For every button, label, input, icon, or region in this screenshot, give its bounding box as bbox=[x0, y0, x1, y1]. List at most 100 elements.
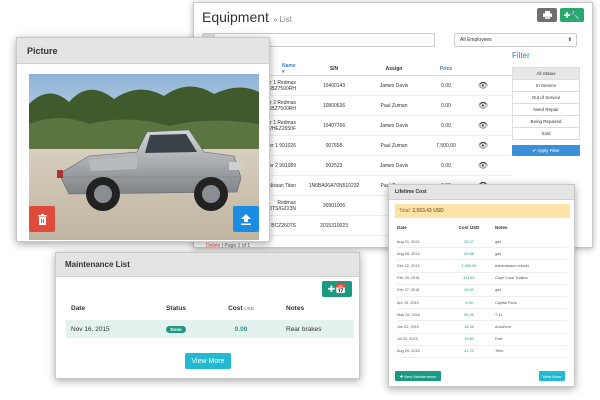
item-notes: gas bbox=[495, 239, 502, 244]
item-date: Dec 22, 2014 bbox=[397, 263, 420, 268]
filter-item[interactable]: Sold bbox=[512, 127, 580, 140]
plus-calendar-icon: ✚📅 bbox=[327, 283, 347, 294]
print-button[interactable] bbox=[537, 8, 557, 22]
item-date: Aug 28, 2014 bbox=[397, 251, 420, 256]
add-equipment-button[interactable]: ✚🔧 bbox=[560, 8, 584, 22]
list-item: Jun 22, 2015 18.38 AutoZone bbox=[397, 321, 567, 334]
row-sn: 007658 bbox=[325, 142, 343, 149]
maintenance-view-more-button[interactable]: View More bbox=[185, 353, 231, 369]
equipment-title: Equipment » List bbox=[202, 9, 292, 25]
select-caret-icon: ⬍ bbox=[567, 37, 572, 43]
row-assign: Paul Zuman bbox=[380, 142, 408, 149]
list-item: Aug 29, 2015 41.70 Tires bbox=[397, 346, 567, 358]
pager: Delete | Page 1 of 1 bbox=[206, 243, 251, 249]
row-date: Nov 16, 2015 bbox=[71, 325, 110, 333]
view-eye-icon[interactable]: 👁 bbox=[468, 101, 498, 110]
filter-panel: Filter All Status In Service Out of Servic… bbox=[512, 51, 580, 156]
lifetime-total: Total: 2,553.43 USD bbox=[395, 204, 570, 218]
item-notes: transmission rebuild bbox=[495, 263, 529, 268]
view-eye-icon[interactable]: 👁 bbox=[468, 81, 498, 90]
view-eye-icon[interactable]: 👁 bbox=[468, 161, 498, 170]
item-cost: 9.99 bbox=[465, 300, 473, 305]
row-price: 0.00 bbox=[441, 162, 451, 169]
list-item: Apr 10, 2015 9.99 Capital Parts bbox=[397, 297, 567, 310]
item-date: Jun 22, 2015 bbox=[397, 324, 419, 329]
item-cost: 18.38 bbox=[464, 324, 474, 329]
picture-card: Picture bbox=[16, 37, 270, 242]
item-cost: 20.00 bbox=[464, 288, 474, 293]
list-item: May 28, 2015 89.36 7-11 bbox=[397, 309, 567, 322]
item-date: Jul 20, 2015 bbox=[397, 337, 418, 342]
lifetime-view-more-button[interactable]: View More bbox=[539, 371, 565, 381]
pager-text: Page 1 of 1 bbox=[224, 243, 251, 249]
item-cost: 411.63 bbox=[463, 276, 475, 281]
list-item: Feb 25, 2015 411.63 Cape Coral Trailers bbox=[397, 273, 567, 285]
col-cost-unit: USD bbox=[244, 306, 254, 311]
item-cost: 69.68 bbox=[464, 251, 474, 256]
item-notes: gas bbox=[495, 251, 502, 256]
row-assign: Paul Zuman bbox=[380, 102, 408, 109]
total-value: 2,553.43 USD bbox=[412, 208, 444, 214]
apply-filter-button[interactable]: ✔ Apply Filter bbox=[512, 145, 580, 156]
total-label: Total: bbox=[399, 208, 411, 214]
filter-title: Filter bbox=[512, 51, 530, 60]
table-row[interactable]: Nov 16, 2015 Done 0.00 Rear brakes bbox=[66, 320, 354, 338]
item-date: Apr 10, 2015 bbox=[397, 300, 419, 305]
delete-photo-button[interactable] bbox=[29, 206, 55, 232]
row-assign: James Davis bbox=[379, 82, 409, 89]
table-row[interactable]: Mower 2 991089 002523 James Davis 0.00 👁 bbox=[234, 156, 512, 176]
table-header: Name ▾ S/N Assign Price bbox=[234, 62, 512, 76]
item-notes: Fuel bbox=[495, 337, 503, 342]
new-maintenance-button[interactable]: ✚ New Maintenance bbox=[395, 371, 441, 381]
employee-select[interactable]: All Employees ⬍ bbox=[454, 33, 577, 47]
row-cost: 0.00 bbox=[234, 325, 248, 333]
row-sn: 1N6BA06A76N510232 bbox=[308, 182, 360, 189]
item-cost: 89.36 bbox=[464, 312, 474, 317]
status-badge: Done bbox=[166, 325, 186, 333]
table-row[interactable]: Mower 1 Redmax GZ25N/HEZ2650F 10407766 Jam… bbox=[234, 116, 512, 136]
print-icon bbox=[542, 11, 552, 19]
col-sn: S/N bbox=[329, 65, 339, 72]
item-notes: 7-11 bbox=[495, 312, 503, 317]
item-notes: AutoZone bbox=[495, 324, 512, 329]
lifetime-cost-title: Lifetime Cost bbox=[389, 185, 574, 200]
upload-photo-button[interactable] bbox=[233, 206, 259, 232]
employee-select-value: All Employees bbox=[460, 37, 492, 43]
col-notes: Notes bbox=[495, 225, 508, 230]
item-date: May 28, 2015 bbox=[397, 312, 421, 317]
item-notes: Capital Parts bbox=[495, 300, 517, 305]
maintenance-card: Maintenance List ✚📅 Date Status Cost USD… bbox=[55, 252, 360, 379]
item-notes: Cape Coral Trailers bbox=[495, 276, 528, 281]
view-eye-icon[interactable]: 👁 bbox=[468, 141, 498, 150]
table-row[interactable]: Gravely Mower 1 991026007658Paul Zuman7,… bbox=[234, 136, 512, 156]
lifetime-cost-card: Lifetime Cost Total: 2,553.43 USD Date C… bbox=[388, 184, 575, 387]
col-price[interactable]: Price bbox=[424, 66, 468, 72]
item-cost: 41.70 bbox=[464, 349, 474, 354]
equipment-subtitle: » List bbox=[272, 15, 292, 24]
row-price: 7,500.00 bbox=[436, 142, 456, 149]
maintenance-table-header: Date Status Cost USD Notes bbox=[66, 305, 354, 312]
list-item: Aug 28, 2014 69.68 gas bbox=[397, 248, 567, 261]
row-sn: 30901006 bbox=[322, 202, 346, 209]
col-date: Date bbox=[71, 305, 86, 312]
row-notes: Rear brakes bbox=[286, 325, 322, 333]
add-maintenance-button[interactable]: ✚📅 bbox=[322, 281, 352, 297]
list-item: Aug 21, 2014 28.27 gas bbox=[397, 236, 567, 249]
upload-icon bbox=[241, 213, 251, 225]
row-price: 0.00 bbox=[441, 82, 451, 89]
row-price: 0.00 bbox=[441, 122, 451, 129]
item-date: Feb 27, 2015 bbox=[397, 288, 420, 293]
item-cost: 28.27 bbox=[464, 239, 474, 244]
col-cost-label: Cost bbox=[228, 305, 243, 312]
pager-delete-link[interactable]: Delete bbox=[206, 243, 220, 249]
row-assign: James Davis bbox=[379, 162, 409, 169]
row-sn: 10407766 bbox=[322, 122, 346, 129]
table-row[interactable]: Mower 1 Redmax EBZ7500RH 10400143 James Da… bbox=[234, 76, 512, 96]
row-sn: 10400143 bbox=[322, 82, 346, 89]
view-eye-icon[interactable]: 👁 bbox=[468, 121, 498, 130]
list-item: Feb 27, 2015 20.00 gas bbox=[397, 285, 567, 297]
col-cost: Cost USD bbox=[206, 305, 276, 312]
list-item: Jul 20, 2015 19.80 Fuel bbox=[397, 334, 567, 346]
row-sn: 2015310023 bbox=[320, 222, 348, 229]
table-row[interactable]: Mower 2 Redmax EBZ7500RH 10800636 Paul Zum… bbox=[234, 96, 512, 116]
